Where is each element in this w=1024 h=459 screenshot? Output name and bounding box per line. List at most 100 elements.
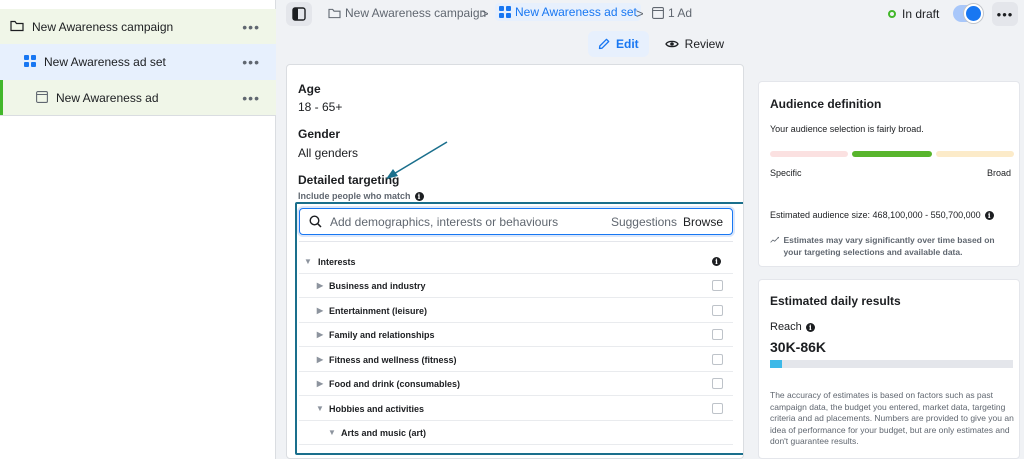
sidebar: New Awareness campaign ••• New Awareness… xyxy=(0,0,276,459)
info-icon[interactable]: i xyxy=(414,191,424,201)
info-icon[interactable]: i xyxy=(712,257,721,266)
toggle-sidebar-button[interactable] xyxy=(286,2,312,26)
checkbox[interactable] xyxy=(712,403,723,414)
header: New Awareness campaign > New Awareness a… xyxy=(276,0,1024,57)
breadcrumb-label: New Awareness campaign xyxy=(345,6,487,20)
status-indicator: In draft xyxy=(888,7,939,21)
results-description: The accuracy of estimates is based on fa… xyxy=(770,390,1014,446)
trend-icon xyxy=(770,236,779,243)
active-indicator xyxy=(0,80,3,116)
status-label: In draft xyxy=(902,7,940,21)
gender-label: Gender xyxy=(298,127,341,141)
tab-label: Review xyxy=(684,37,725,51)
breadcrumb-ad[interactable]: 1 Ad xyxy=(652,6,692,20)
folder-icon xyxy=(10,20,24,35)
chevron-down-icon[interactable]: ▼ xyxy=(301,257,315,266)
breadcrumb-label: New Awareness ad set xyxy=(515,5,637,19)
list-item-label: Entertainment (leisure) xyxy=(329,305,428,316)
audience-definition-card: Audience definition Your audience select… xyxy=(758,81,1020,267)
eye-icon xyxy=(664,40,679,48)
list-item-label: Fitness and wellness (fitness) xyxy=(329,354,457,365)
suggestions-link[interactable]: Suggestions xyxy=(611,215,677,229)
list-item[interactable]: ▶ Fitness and wellness (fitness) xyxy=(299,348,733,372)
age-value[interactable]: 18 - 65+ xyxy=(298,100,342,114)
publish-toggle[interactable] xyxy=(953,4,983,23)
checkbox[interactable] xyxy=(712,305,723,316)
grid-icon xyxy=(24,54,36,70)
sidebar-item-ad[interactable]: New Awareness ad ••• xyxy=(0,80,276,116)
browse-list: ▼ Interests i ▶ Business and industry ▶ … xyxy=(299,241,733,451)
reach-label-text: Reach xyxy=(770,321,802,333)
list-item-label: Arts and music (art) xyxy=(341,427,427,438)
info-icon[interactable]: i xyxy=(805,322,815,332)
audience-note: Estimates may vary significantly over ti… xyxy=(770,234,1015,258)
checkbox[interactable] xyxy=(712,329,723,340)
list-item[interactable]: ▼ Hobbies and activities xyxy=(299,397,733,421)
audience-subtitle: Your audience selection is fairly broad. xyxy=(770,124,924,134)
more-options-icon[interactable]: ••• xyxy=(242,19,260,35)
sidebar-item-adset[interactable]: New Awareness ad set ••• xyxy=(0,44,276,80)
targeting-helper: Include people who match i xyxy=(298,191,424,201)
chevron-right-icon[interactable]: ▶ xyxy=(313,355,327,364)
list-item[interactable]: ▼ Interests i xyxy=(299,250,733,274)
browse-link[interactable]: Browse xyxy=(683,215,723,229)
results-title: Estimated daily results xyxy=(770,294,901,308)
ad-icon xyxy=(36,90,48,106)
sidebar-item-label: New Awareness campaign xyxy=(32,20,174,34)
list-item[interactable]: ▶ Entertainment (leisure) xyxy=(299,299,733,323)
status-dot-icon xyxy=(888,10,896,18)
tab-label: Edit xyxy=(616,37,639,51)
audience-size: Estimated audience size: 468,100,000 - 5… xyxy=(770,210,994,220)
list-item-label: Interests xyxy=(318,256,356,267)
checkbox[interactable] xyxy=(712,280,723,291)
list-item[interactable]: ▶ Business and industry xyxy=(299,274,733,298)
chevron-down-icon[interactable]: ▼ xyxy=(325,428,339,437)
breadcrumb-separator: > xyxy=(481,6,489,21)
breadcrumb-separator: > xyxy=(636,6,644,21)
gender-value[interactable]: All genders xyxy=(298,146,358,160)
meter-label-specific: Specific xyxy=(770,168,802,178)
sidebar-item-label: New Awareness ad set xyxy=(44,55,166,69)
tab-review[interactable]: Review xyxy=(655,31,734,57)
pencil-icon xyxy=(598,38,610,50)
mode-tabs: Edit Review xyxy=(588,31,734,57)
sidebar-item-campaign[interactable]: New Awareness campaign ••• xyxy=(0,9,276,45)
targeting-search-input[interactable]: Add demographics, interests or behaviour… xyxy=(299,208,733,235)
more-options-icon[interactable]: ••• xyxy=(242,54,260,70)
reach-bar xyxy=(770,360,1013,368)
reach-bar-fill xyxy=(770,360,783,368)
chevron-right-icon[interactable]: ▶ xyxy=(313,306,327,315)
search-placeholder: Add demographics, interests or behaviour… xyxy=(330,214,559,229)
folder-icon xyxy=(328,8,341,18)
breadcrumb-adset[interactable]: New Awareness ad set xyxy=(495,3,641,21)
tab-edit[interactable]: Edit xyxy=(588,31,649,57)
chevron-right-icon[interactable]: ▶ xyxy=(313,330,327,339)
list-item[interactable]: ▶ Food and drink (consumables) xyxy=(299,372,733,396)
checkbox[interactable] xyxy=(712,378,723,389)
list-item[interactable]: ▶ Family and relationships xyxy=(299,323,733,347)
breadcrumb-label: 1 Ad xyxy=(668,6,693,20)
age-label: Age xyxy=(298,82,321,96)
meter-segment-broad xyxy=(936,151,1014,157)
audience-title: Audience definition xyxy=(770,97,882,111)
checkbox[interactable] xyxy=(712,354,723,365)
ad-icon xyxy=(652,7,664,19)
panel-icon xyxy=(292,7,306,21)
list-item[interactable]: ▼ Arts and music (art) xyxy=(299,421,733,445)
chevron-down-icon[interactable]: ▼ xyxy=(313,404,327,413)
toggle-knob xyxy=(964,4,983,23)
info-icon[interactable]: i xyxy=(984,210,994,220)
list-item-label: Hobbies and activities xyxy=(329,403,425,414)
reach-label: Reach i xyxy=(770,321,815,333)
helper-text: Include people who match xyxy=(298,191,411,201)
list-item-label: Food and drink (consumables) xyxy=(329,378,461,389)
divider xyxy=(0,115,276,116)
more-options-button[interactable]: ••• xyxy=(992,2,1018,26)
meter-label-broad: Broad xyxy=(986,168,1011,178)
annotation-arrow-icon xyxy=(386,141,448,179)
more-options-icon[interactable]: ••• xyxy=(242,90,260,106)
breadcrumb-campaign[interactable]: New Awareness campaign xyxy=(328,6,486,20)
chevron-right-icon[interactable]: ▶ xyxy=(313,379,327,388)
sidebar-item-label: New Awareness ad xyxy=(56,91,159,105)
chevron-right-icon[interactable]: ▶ xyxy=(313,281,327,290)
